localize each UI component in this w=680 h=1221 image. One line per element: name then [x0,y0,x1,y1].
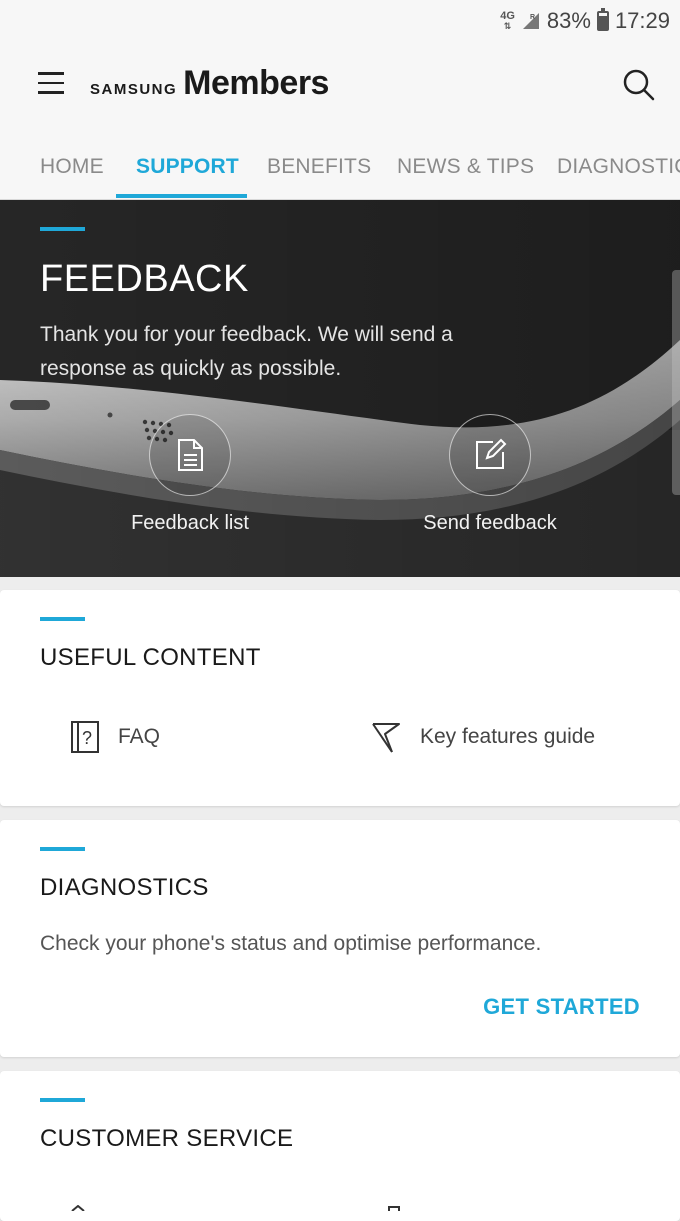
feedback-list-label: Feedback list [131,512,249,534]
status-bar: 4G ⇅ R 83% 17:29 [0,0,680,42]
tab-diagnostics[interactable]: DIAGNOSTICS [557,130,680,199]
send-feedback-button[interactable]: Send feedback [390,414,590,535]
brand-members: Members [183,64,329,102]
tab-bar: HOME SUPPORT BENEFITS NEWS & TIPS DIAGNO… [0,130,680,200]
useful-content-card: USEFUL CONTENT ? FAQ Key features guide [0,590,680,806]
customer-service-item-icon [71,1205,85,1211]
battery-icon [596,8,609,31]
network-indicator: 4G ⇅ [500,10,515,32]
svg-text:R: R [530,14,535,21]
section-accent [40,1098,85,1102]
customer-service-heading: CUSTOMER SERVICE [40,1125,294,1152]
tab-support[interactable]: SUPPORT [136,130,239,199]
search-icon[interactable] [622,68,656,102]
svg-text:?: ? [82,728,92,748]
tab-home[interactable]: HOME [40,130,104,199]
customer-service-card: CUSTOMER SERVICE [0,1071,680,1221]
tab-benefits[interactable]: BENEFITS [267,130,371,199]
section-accent [40,847,85,851]
document-icon [178,439,203,471]
feedback-title: FEEDBACK [40,258,249,300]
edge-panel-handle[interactable] [672,270,680,495]
key-features-guide-label: Key features guide [420,725,596,748]
network-arrows: ⇅ [503,21,512,31]
send-feedback-label: Send feedback [423,512,557,534]
brand-samsung: SAMSUNG [90,81,178,98]
key-features-guide-link[interactable]: Key features guide [370,720,595,754]
customer-service-item-icon [388,1206,400,1211]
diagnostics-description: Check your phone's status and optimise p… [40,932,542,955]
signal-icon: R [522,13,539,29]
diagnostics-card: DIAGNOSTICS Check your phone's status an… [0,820,680,1057]
diagnostics-heading: DIAGNOSTICS [40,874,209,901]
feedback-banner: FEEDBACK Thank you for your feedback. We… [0,200,680,577]
send-feedback-circle [449,414,531,496]
section-accent [40,227,85,231]
app-logo: SAMSUNG Members [90,64,329,103]
hamburger-menu-icon[interactable] [38,72,64,98]
section-accent [40,617,85,621]
get-started-button[interactable]: GET STARTED [483,994,640,1020]
useful-content-heading: USEFUL CONTENT [40,644,261,671]
feedback-list-circle [149,414,231,496]
feedback-list-button[interactable]: Feedback list [90,414,290,535]
feedback-description: Thank you for your feedback. We will sen… [40,323,453,380]
network-type: 4G [500,10,515,22]
clock: 17:29 [614,8,670,33]
app-bar: SAMSUNG Members [0,42,680,130]
faq-icon: ? [71,721,99,753]
edit-icon [476,438,507,469]
faq-link[interactable]: ? FAQ [70,720,160,754]
battery-percent: 83% [546,8,591,33]
tab-news-tips[interactable]: NEWS & TIPS [397,130,534,199]
faq-label: FAQ [118,725,161,748]
flag-icon [372,723,400,753]
active-tab-indicator [116,194,247,198]
